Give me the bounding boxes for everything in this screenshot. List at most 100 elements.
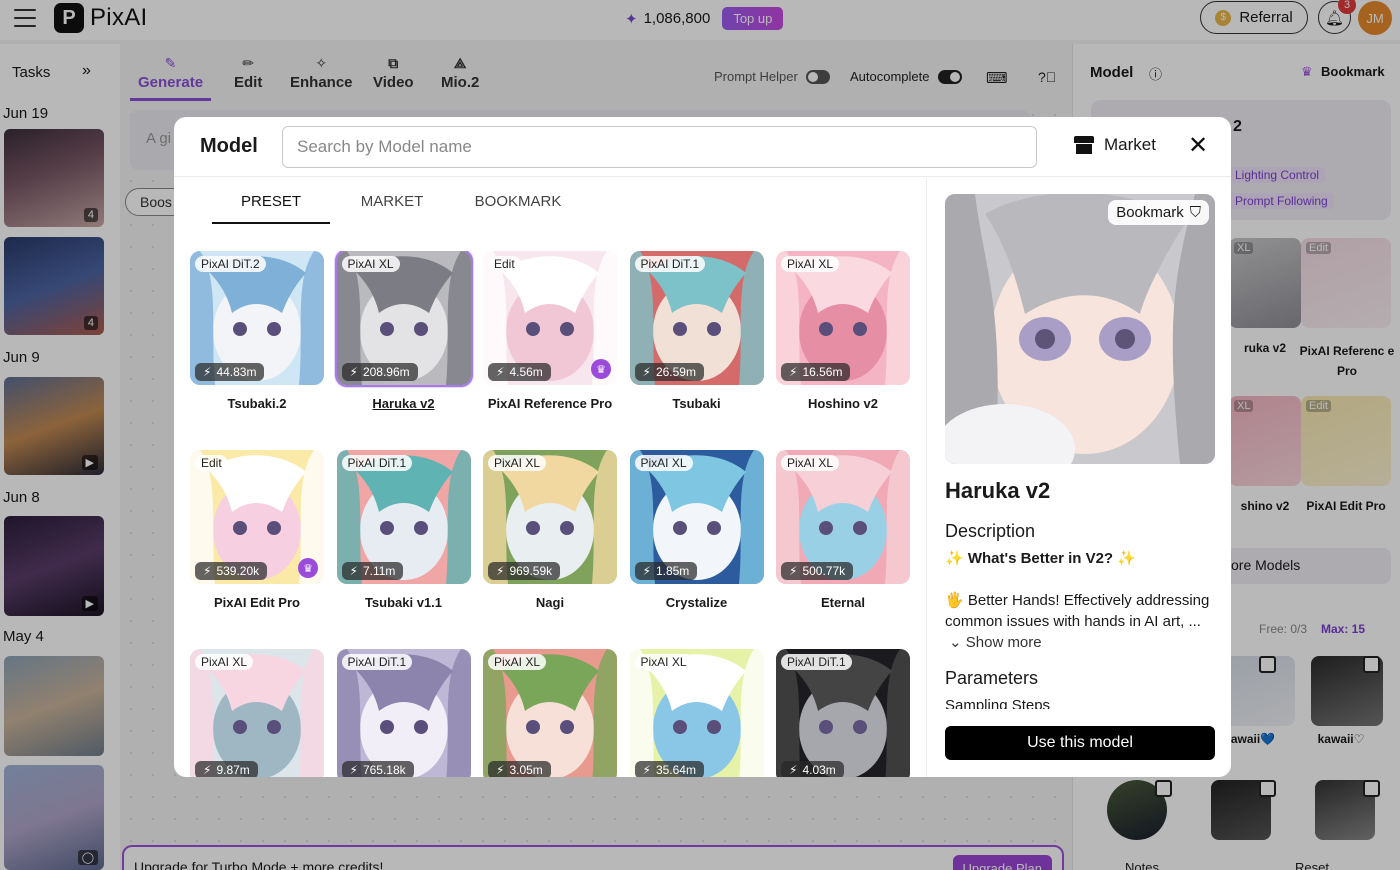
usage-icon: ⚡︎ — [349, 564, 358, 578]
usage-count-value: 500.77k — [802, 564, 846, 578]
model-type-tag: PixAI DiT.2 — [195, 256, 266, 272]
description-heading: Description — [945, 521, 1036, 541]
description-body: 🖐 Better Hands! Effectively addressing c… — [945, 592, 1210, 630]
usage-count-value: 969.59k — [509, 564, 553, 578]
model-thumbnail[interactable]: PixAI XL ⚡︎ 208.96m — [334, 251, 473, 387]
model-tabs: PRESET MARKET BOOKMARK — [190, 177, 926, 225]
usage-count: ⚡︎ 16.56m — [781, 363, 851, 381]
chevron-down-icon: ⌄ — [949, 634, 962, 651]
usage-icon: ⚡︎ — [349, 365, 358, 379]
usage-count: ⚡︎ 1.85m — [634, 562, 698, 580]
usage-count-value: 7.11m — [362, 564, 396, 578]
bookmark-icon: ⛉ — [1189, 204, 1201, 221]
usage-icon: ⚡︎ — [642, 564, 651, 578]
usage-count: ⚡︎ 3.05m — [488, 761, 551, 777]
show-more-label: Show more — [965, 634, 1042, 651]
usage-icon: ⚡︎ — [203, 564, 212, 578]
model-card-name: Crystalize — [665, 595, 728, 610]
model-card-name: PixAI Reference Pro — [487, 396, 613, 411]
usage-icon: ⚡︎ — [203, 763, 212, 777]
model-card-name: Tsubaki.2 — [227, 396, 287, 411]
model-type-tag: PixAI XL — [488, 455, 547, 471]
detail-bookmark-button[interactable]: Bookmark ⛉ — [1108, 200, 1209, 225]
model-name: Haruka v2 — [945, 478, 1051, 503]
tab-bookmark[interactable]: BOOKMARK — [474, 193, 562, 210]
close-icon[interactable]: ✕ — [1188, 131, 1208, 161]
model-type-tag: Edit — [488, 256, 521, 272]
usage-count-value: 16.56m — [802, 365, 843, 379]
app-root: P PixAI ✦ 1,086,800 Top up $ Referral 🔔︎… — [0, 0, 1400, 870]
usage-count: ⚡︎ 7.11m — [341, 562, 404, 580]
usage-count-value: 9.87m — [216, 763, 250, 777]
usage-count-value: 4.56m — [509, 365, 543, 379]
usage-count-value: 4.03m — [802, 763, 836, 777]
parameters-heading: Parameters — [945, 668, 1039, 688]
tab-preset[interactable]: PRESET — [212, 193, 330, 224]
usage-icon: ⚡︎ — [203, 365, 212, 379]
market-button[interactable]: Market — [1074, 135, 1156, 155]
usage-count: ⚡︎ 26.59m — [634, 363, 704, 381]
model-thumbnail[interactable]: Edit ⚡︎ 4.56m ♛ — [483, 251, 617, 385]
model-type-tag: PixAI XL — [781, 455, 840, 471]
model-card-name: Tsubaki — [672, 396, 721, 411]
usage-icon: ⚡︎ — [789, 365, 798, 379]
usage-count-value: 26.59m — [655, 365, 696, 379]
usage-icon: ⚡︎ — [496, 564, 505, 578]
model-card-name: PixAI Edit Pro — [214, 595, 300, 610]
model-card-name: Eternal — [820, 595, 866, 610]
usage-count-value: 35.64m — [655, 763, 696, 777]
usage-count: ⚡︎ 539.20k — [195, 562, 268, 580]
usage-count-value: 1.85m — [655, 564, 690, 578]
model-thumbnail[interactable]: PixAI XL ⚡︎ 16.56m — [776, 251, 910, 385]
model-thumbnail[interactable]: Edit ⚡︎ 539.20k ♛ — [190, 450, 324, 584]
usage-icon: ⚡︎ — [642, 763, 651, 777]
description-tagline: ✨ What's Better in V2? ✨ — [945, 550, 1136, 567]
usage-count: ⚡︎ 9.87m — [195, 761, 258, 777]
model-type-tag: PixAI XL — [634, 455, 693, 471]
model-type-tag: PixAI XL — [341, 256, 400, 272]
model-detail-panel: Bookmark ⛉ Haruka v2 Description ✨ What'… — [926, 178, 1231, 777]
model-thumbnail[interactable]: PixAI XL ⚡︎ 969.59k — [483, 450, 617, 584]
model-grid: PixAI DiT.2 ⚡︎ 44.83m Tsubaki.2 PixAI XL ⚡︎ 20… — [190, 251, 926, 777]
usage-icon: ⚡︎ — [496, 763, 505, 777]
model-type-tag: PixAI DiT.1 — [341, 455, 413, 471]
usage-count: ⚡︎ 4.03m — [781, 761, 844, 777]
usage-count-value: 765.18k — [362, 763, 406, 777]
sampling-steps-label: Sampling Steps — [945, 697, 1051, 709]
usage-icon: ⚡︎ — [642, 365, 651, 379]
usage-icon: ⚡︎ — [496, 365, 505, 379]
modal-title: Model — [200, 135, 258, 157]
model-thumbnail[interactable]: PixAI XL ⚡︎ 500.77k — [776, 450, 910, 584]
model-thumbnail[interactable]: PixAI DiT.2 ⚡︎ 44.83m — [190, 251, 324, 385]
model-type-tag: PixAI XL — [488, 654, 547, 670]
model-preview-image: Bookmark ⛉ — [945, 194, 1215, 464]
premium-crown-icon: ♛ — [591, 359, 611, 379]
usage-count-value: 539.20k — [216, 564, 260, 578]
model-thumbnail[interactable]: PixAI DiT.1 ⚡︎ 7.11m — [336, 450, 471, 584]
model-type-tag: PixAI DiT.1 — [781, 654, 852, 670]
usage-count-value: 44.83m — [216, 365, 257, 379]
model-thumbnail[interactable]: PixAI XL ⚡︎ 9.87m — [190, 649, 324, 777]
use-model-button[interactable]: Use this model — [945, 726, 1215, 760]
model-thumbnail[interactable]: PixAI DiT.1 ⚡︎ 4.03m — [776, 649, 910, 777]
show-more-button[interactable]: ⌄ Show more — [949, 633, 1042, 651]
usage-count-value: 208.96m — [362, 365, 410, 379]
usage-count: ⚡︎ 765.18k — [341, 761, 414, 777]
model-thumbnail[interactable]: PixAI DiT.1 ⚡︎ 26.59m — [629, 251, 764, 385]
model-search-input[interactable] — [282, 126, 1037, 168]
usage-count: ⚡︎ 4.56m — [488, 363, 551, 381]
model-picker-modal: Model Market ✕ PRESET MARKET BOOKMARK Pi… — [174, 117, 1231, 777]
model-type-tag: PixAI XL — [195, 654, 254, 670]
model-thumbnail[interactable]: PixAI DiT.1 ⚡︎ 765.18k — [336, 649, 471, 777]
model-thumbnail[interactable]: PixAI XL ⚡︎ 1.85m — [629, 450, 764, 584]
usage-icon: ⚡︎ — [789, 564, 798, 578]
modal-header: Model Market ✕ — [174, 117, 1231, 177]
tab-market[interactable]: MARKET — [348, 193, 436, 210]
model-card-name: Nagi — [535, 595, 565, 610]
model-card-name: Haruka v2 — [372, 396, 435, 411]
model-type-tag: PixAI XL — [634, 654, 693, 670]
usage-count: ⚡︎ 35.64m — [634, 761, 704, 777]
model-type-tag: PixAI XL — [781, 256, 840, 272]
model-thumbnail[interactable]: PixAI XL ⚡︎ 3.05m — [483, 649, 617, 777]
model-thumbnail[interactable]: PixAI XL ⚡︎ 35.64m — [629, 649, 764, 777]
